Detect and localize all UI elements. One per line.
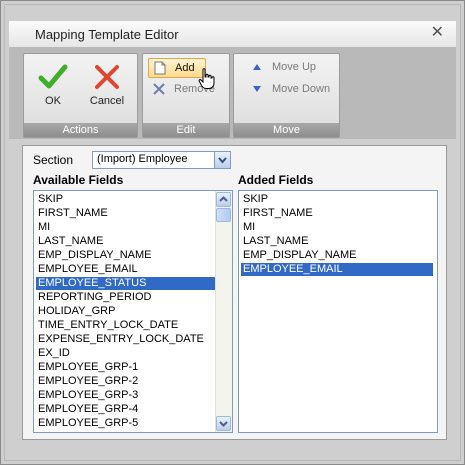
list-item[interactable]: EMPLOYEE_EMAIL (36, 263, 215, 276)
edit-group: Add Remove Edit (142, 53, 230, 138)
added-fields-list[interactable]: SKIP FIRST_NAME MI LAST_NAME EMP_DISPLAY_NAM… (238, 190, 438, 433)
list-item[interactable]: EXPENSE_ENTRY_LOCK_DATE (36, 333, 215, 346)
section-label: Section (33, 153, 74, 167)
list-item[interactable]: EMPLOYEE_GRP-5 (36, 417, 215, 430)
scroll-up-button[interactable] (216, 192, 231, 207)
section-select-value: (Import) Employee (97, 153, 188, 165)
actions-group-label: Actions (24, 123, 137, 137)
list-item[interactable]: EX_ID (36, 347, 215, 360)
move-down-label: Move Down (272, 83, 331, 95)
cancel-button[interactable]: Cancel (86, 64, 128, 107)
list-item[interactable]: FIRST_NAME (36, 207, 215, 220)
move-group-label: Move (234, 123, 339, 137)
add-label: Add (175, 62, 195, 74)
title-bar: Mapping Template Editor ✕ (9, 21, 456, 48)
ok-button[interactable]: OK (32, 64, 74, 107)
list-item[interactable]: EMP_DISPLAY_NAME (241, 249, 433, 262)
list-item[interactable]: SKIP (36, 193, 215, 206)
list-item[interactable]: SKIP (241, 193, 433, 206)
available-fields-heading: Available Fields (33, 173, 124, 187)
dialog-title: Mapping Template Editor (35, 27, 179, 42)
list-item[interactable]: EMPLOYEE_STATUS (36, 277, 215, 290)
added-fields-heading: Added Fields (238, 173, 314, 187)
list-item[interactable]: TIME_ENTRY_LOCK_DATE (36, 319, 215, 332)
chevron-down-icon[interactable] (214, 152, 230, 168)
scroll-down-button[interactable] (216, 416, 231, 431)
checkmark-icon (38, 64, 68, 89)
move-up-label: Move Up (272, 61, 317, 73)
move-group: Move Up Move Down Move (233, 53, 340, 138)
list-item[interactable]: EMPLOYEE_EMAIL (241, 263, 433, 276)
available-fields-list[interactable]: SKIP FIRST_NAME MI LAST_NAME EMP_DISPLAY_NAM… (33, 190, 233, 433)
cancel-label: Cancel (89, 95, 125, 107)
list-item[interactable]: LAST_NAME (241, 235, 433, 248)
triangle-down-icon (253, 86, 261, 92)
list-item[interactable]: REPORTING_PERIOD (36, 291, 215, 304)
close-icon[interactable]: ✕ (431, 25, 444, 41)
move-up-button[interactable]: Move Up (246, 58, 336, 76)
hand-cursor-icon (198, 68, 215, 89)
available-fields-scrollbar[interactable] (215, 191, 232, 432)
scroll-thumb[interactable] (216, 208, 231, 222)
list-item[interactable]: EMPLOYEE_GRP-1 (36, 361, 215, 374)
section-select[interactable]: (Import) Employee (92, 151, 231, 169)
list-item[interactable]: EMP_DISPLAY_NAME (36, 249, 215, 262)
actions-group: OK Cancel Actions (23, 53, 138, 138)
triangle-up-icon (253, 64, 261, 70)
remove-x-icon (153, 83, 165, 95)
list-item[interactable]: MI (36, 221, 215, 234)
list-item[interactable]: FIRST_NAME (241, 207, 433, 220)
document-icon (154, 61, 166, 75)
list-item[interactable]: EMPLOYEE_GRP-2 (36, 375, 215, 388)
list-item[interactable]: EMPLOYEE_GRP-3 (36, 389, 215, 402)
ok-label: OK (45, 95, 61, 107)
move-down-button[interactable]: Move Down (246, 80, 336, 98)
list-item[interactable]: EMPLOYEE_GRP-4 (36, 403, 215, 416)
edit-group-label: Edit (143, 123, 229, 137)
list-item[interactable]: LAST_NAME (36, 235, 215, 248)
cancel-x-icon (95, 65, 119, 89)
list-item[interactable]: HOLIDAY_GRP (36, 305, 215, 318)
list-item[interactable]: MI (241, 221, 433, 234)
